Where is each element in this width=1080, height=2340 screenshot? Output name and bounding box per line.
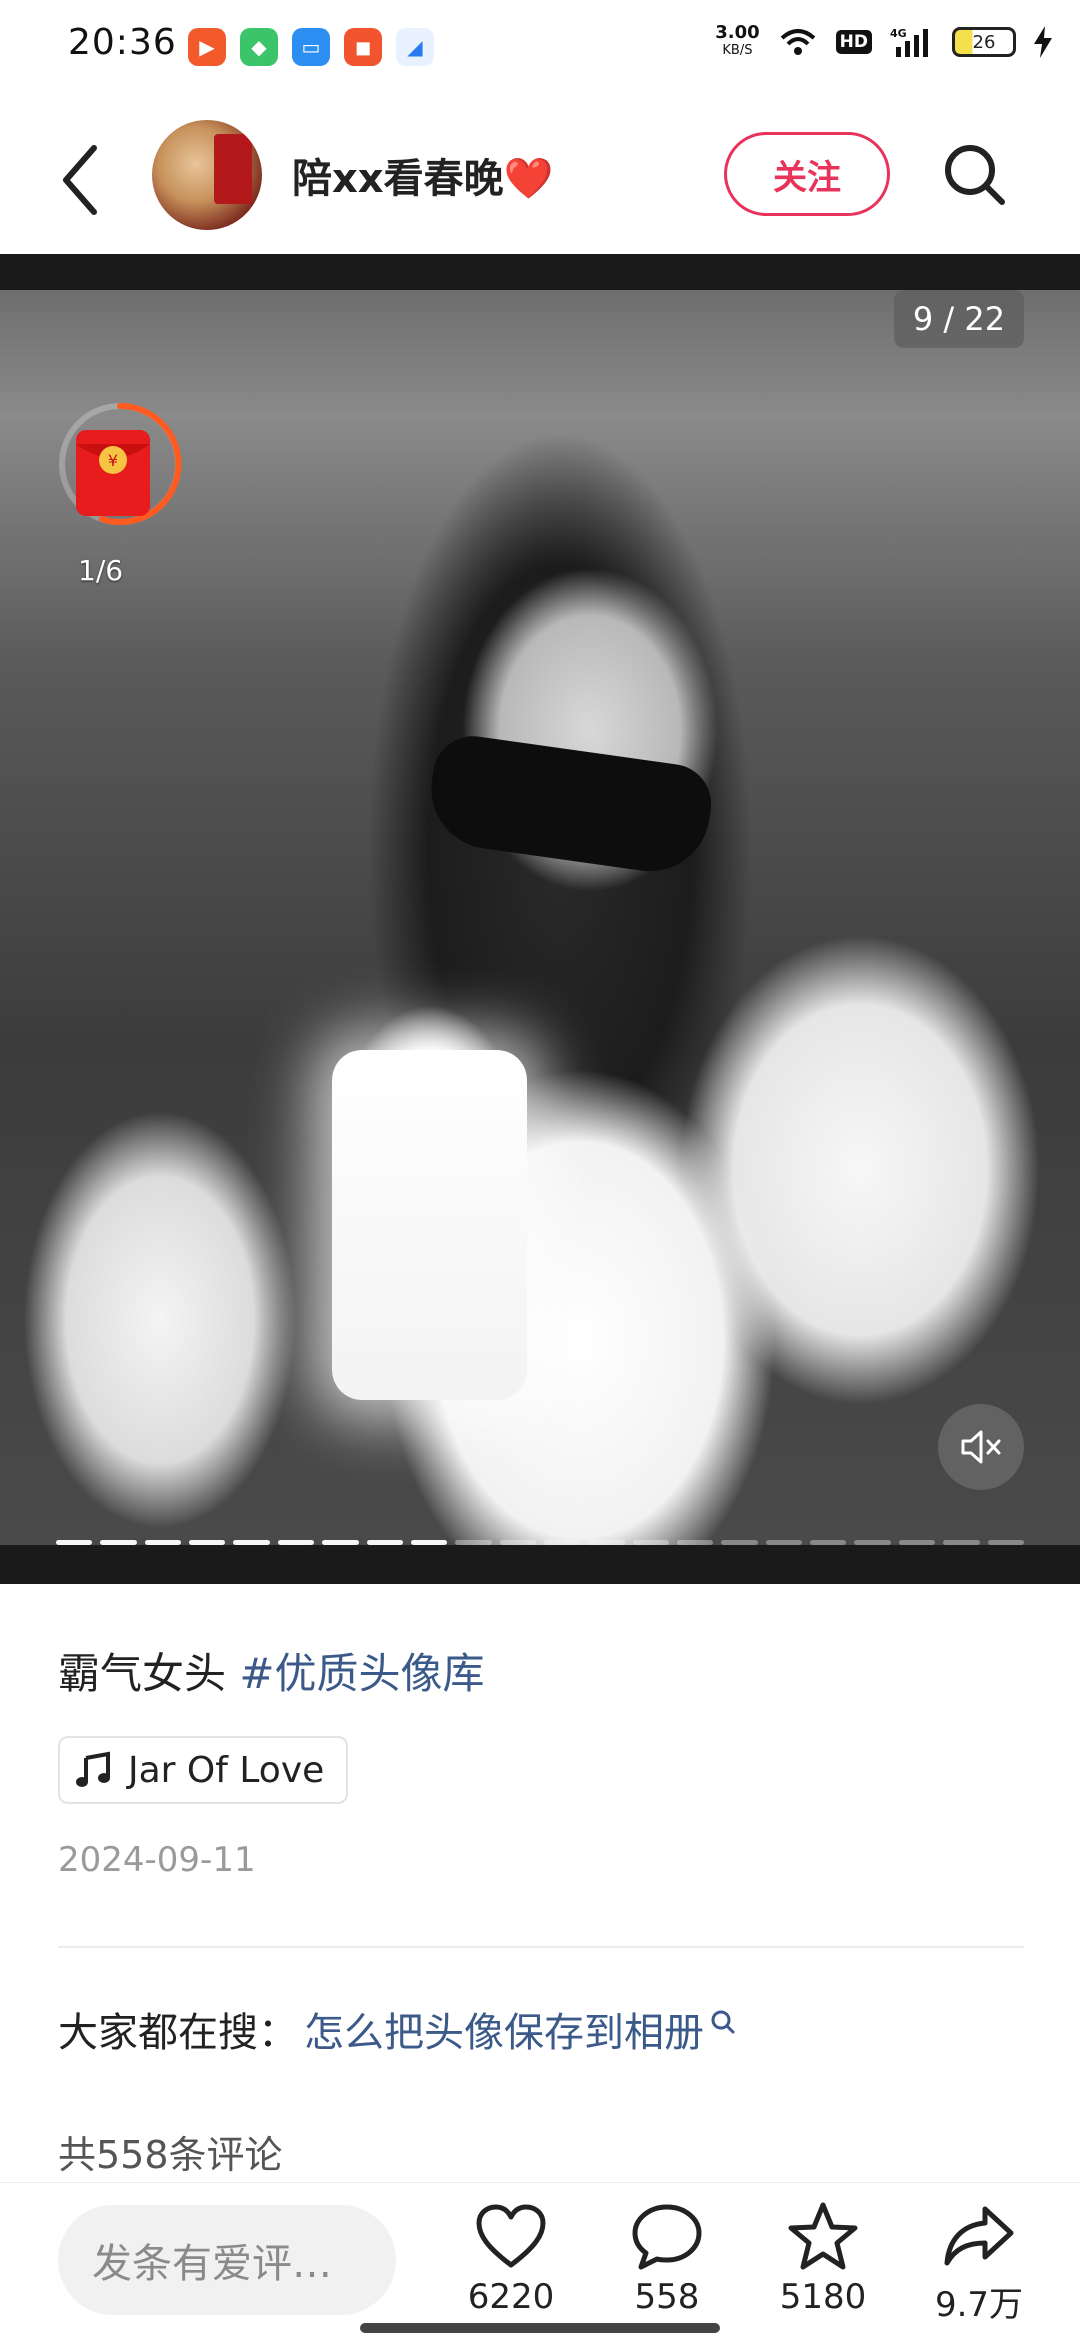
signal-label: 4G	[890, 27, 907, 40]
net-speed: 3.00 KB/S	[715, 24, 759, 60]
music-title: Jar Of Love	[128, 1749, 325, 1791]
carousel-progress-segment	[765, 1540, 803, 1545]
hashtag-link[interactable]: #优质头像库	[239, 1649, 484, 1698]
mute-button[interactable]	[938, 1404, 1024, 1490]
video-app-icon: ▶	[188, 28, 226, 66]
speaker-muted-icon	[961, 1430, 1001, 1464]
comment-count-label: 共558条评论	[58, 2133, 283, 2177]
photo-sunglasses	[423, 731, 717, 879]
signal-icon: 4G	[890, 27, 928, 57]
divider	[58, 1946, 1024, 1948]
carousel-progress-segment	[632, 1540, 670, 1545]
carousel-progress-segment	[410, 1540, 448, 1545]
share-count: 9.7万	[934, 2285, 1024, 2325]
status-time: 20:36	[68, 22, 177, 63]
image-carousel[interactable]: 9 / 22 ¥ 1/6	[0, 254, 1080, 1584]
post-date: 2024-09-11	[58, 1840, 256, 1880]
battery-indicator: 26	[952, 27, 1016, 57]
carousel-progress-segment	[56, 1540, 93, 1545]
search-suggestion: 大家都在搜： 怎么把头像保存到相册	[58, 2000, 738, 2058]
carousel-progress-segment	[588, 1540, 625, 1545]
carousel-progress-segment	[144, 1540, 182, 1545]
net-speed-unit: KB/S	[722, 43, 753, 58]
bottom-action-bar: 发条有爱评… 6220 558 5180 9.7万	[0, 2182, 1080, 2340]
carousel-progress-segment	[100, 1540, 137, 1545]
carousel-progress	[56, 1540, 1024, 1546]
avatar[interactable]	[152, 120, 262, 230]
carousel-progress-segment	[543, 1540, 581, 1545]
charging-bolt-icon	[1034, 26, 1052, 58]
like-count: 6220	[467, 2277, 555, 2317]
back-icon[interactable]	[56, 140, 106, 220]
carousel-progress-segment	[810, 1540, 847, 1545]
follow-button[interactable]: 关注	[724, 132, 890, 216]
comment-count: 558	[634, 2277, 700, 2317]
share-arrow-icon	[944, 2206, 1014, 2266]
shopping-app-icon: ◆	[240, 28, 278, 66]
carousel-progress-segment	[943, 1540, 980, 1545]
caption-text: 霸气女头	[58, 1649, 240, 1698]
search-suggest-label: 大家都在搜：	[58, 2010, 298, 2056]
net-speed-value: 3.00	[715, 22, 760, 43]
carousel-progress-segment	[322, 1540, 359, 1545]
red-packet-icon[interactable]: ¥	[50, 394, 190, 534]
username[interactable]: 陪xx看春晚❤️	[292, 146, 553, 204]
carousel-progress-segment	[987, 1540, 1024, 1545]
profile-header: 陪xx看春晚❤️ 关注	[0, 110, 1080, 250]
carousel-progress-segment	[366, 1540, 403, 1545]
svg-text:¥: ¥	[108, 451, 118, 470]
shopping-app-2-icon: ◼	[344, 28, 382, 66]
music-chip[interactable]: Jar Of Love	[58, 1736, 349, 1804]
like-button[interactable]: 6220	[446, 2199, 576, 2339]
share-button[interactable]: 9.7万	[914, 2199, 1044, 2339]
carousel-progress-segment	[455, 1540, 492, 1545]
photo-phone	[332, 1050, 527, 1400]
carousel-progress-segment	[898, 1540, 936, 1545]
notification-icons: ▶ ◆ ▭ ◼ ◢	[188, 28, 434, 66]
page-counter: 9 / 22	[894, 290, 1024, 348]
star-icon	[788, 2202, 858, 2270]
carousel-progress-segment	[233, 1540, 270, 1545]
hd-badge: HD	[835, 30, 872, 54]
status-indicators: 3.00 KB/S HD 4G 26	[715, 24, 1052, 60]
carousel-progress-segment	[721, 1540, 758, 1545]
carousel-progress-segment	[277, 1540, 315, 1545]
search-suggest-query[interactable]: 怎么把头像保存到相册	[304, 2000, 704, 2058]
status-bar: 20:36 ▶ ◆ ▭ ◼ ◢ 3.00 KB/S HD 4G 26	[0, 0, 1080, 95]
home-indicator[interactable]	[360, 2323, 720, 2333]
comment-button[interactable]: 558	[602, 2199, 732, 2339]
browser-app-icon: ◢	[396, 28, 434, 66]
wifi-icon	[780, 29, 815, 55]
red-packet-progress: 1/6	[78, 554, 124, 587]
favorite-count: 5180	[779, 2277, 867, 2317]
carousel-progress-segment	[854, 1540, 891, 1545]
comment-bubble-icon	[632, 2204, 702, 2270]
music-note-icon	[76, 1751, 110, 1787]
comment-input[interactable]: 发条有爱评…	[58, 2205, 396, 2315]
wallet-app-icon: ▭	[292, 28, 330, 66]
carousel-progress-segment	[499, 1540, 536, 1545]
favorite-button[interactable]: 5180	[758, 2199, 888, 2339]
small-search-icon[interactable]	[708, 2007, 738, 2037]
search-icon[interactable]	[940, 140, 1010, 210]
carousel-progress-segment	[677, 1540, 714, 1545]
post-caption: 霸气女头 #优质头像库	[58, 1640, 485, 1701]
carousel-progress-segment	[189, 1540, 226, 1545]
heart-icon	[476, 2204, 546, 2268]
